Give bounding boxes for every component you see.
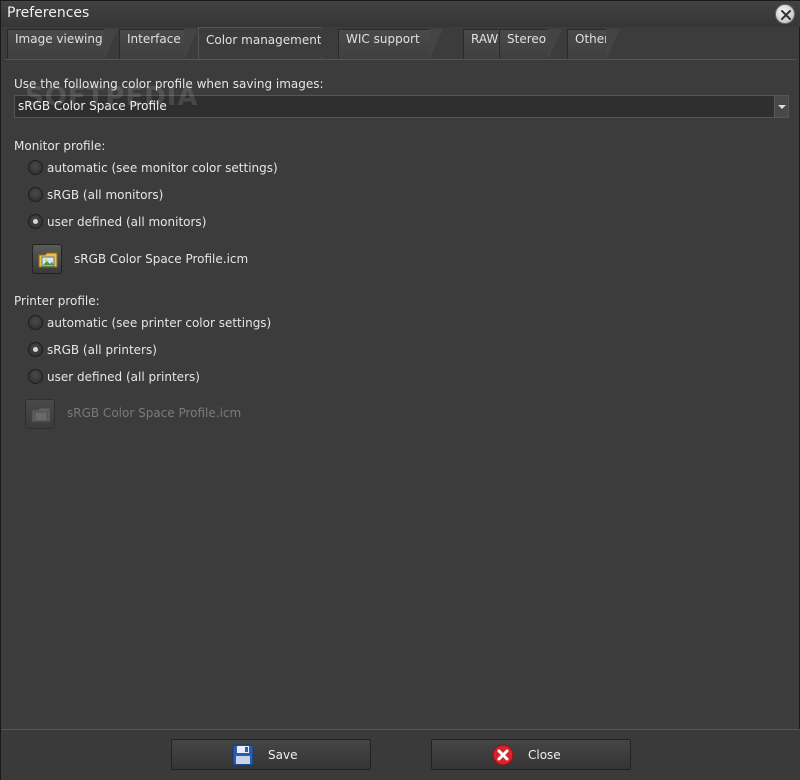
preferences-window: Preferences Image viewing Interface RAW …: [0, 0, 800, 780]
monitor-profile-heading: Monitor profile:: [14, 139, 106, 153]
footer: Save Close: [1, 729, 800, 780]
monitor-automatic-radio[interactable]: [28, 160, 43, 175]
tab-interface[interactable]: Interface: [119, 29, 198, 60]
monitor-user-defined-radio[interactable]: [28, 214, 43, 229]
printer-user-defined-radio[interactable]: [28, 369, 43, 384]
monitor-automatic-label[interactable]: automatic (see monitor color settings): [47, 161, 278, 175]
monitor-user-defined-label[interactable]: user defined (all monitors): [47, 215, 206, 229]
save-label: Save: [268, 748, 298, 762]
color-management-panel: Use the following color profile when sav…: [5, 59, 797, 729]
printer-automatic-label[interactable]: automatic (see printer color settings): [47, 316, 271, 330]
printer-profile-file: sRGB Color Space Profile.icm: [67, 406, 242, 420]
printer-profile-heading: Printer profile:: [14, 294, 100, 308]
tab-wic-support[interactable]: WIC support: [338, 29, 443, 60]
folder-image-icon: [31, 407, 51, 423]
saving-profile-value: sRGB Color Space Profile: [18, 99, 167, 113]
monitor-srgb-label[interactable]: sRGB (all monitors): [47, 188, 163, 202]
close-button[interactable]: Close: [431, 739, 631, 770]
monitor-profile-file: sRGB Color Space Profile.icm: [74, 252, 249, 266]
folder-image-icon: [38, 252, 58, 268]
printer-user-defined-label[interactable]: user defined (all printers): [47, 370, 200, 384]
printer-automatic-radio[interactable]: [28, 315, 43, 330]
floppy-disk-icon: [232, 744, 254, 766]
close-label: Close: [528, 748, 561, 762]
tab-raw[interactable]: RAW: [463, 29, 512, 60]
saving-profile-label: Use the following color profile when sav…: [14, 77, 324, 91]
tab-color-management[interactable]: Color management: [198, 27, 335, 59]
save-button[interactable]: Save: [171, 739, 371, 770]
titlebar: Preferences: [1, 1, 800, 27]
monitor-profile-browse-button[interactable]: [32, 244, 62, 274]
tab-stereo[interactable]: Stereo: [499, 29, 562, 60]
window-title: Preferences: [7, 5, 90, 21]
saving-profile-select[interactable]: sRGB Color Space Profile: [14, 95, 789, 118]
monitor-srgb-radio[interactable]: [28, 187, 43, 202]
tab-strip: Image viewing Interface RAW WIC support …: [5, 27, 797, 60]
printer-profile-browse-button: [25, 399, 55, 429]
tab-image-viewing[interactable]: Image viewing: [7, 29, 118, 60]
printer-srgb-radio[interactable]: [28, 342, 43, 357]
printer-srgb-label[interactable]: sRGB (all printers): [47, 343, 157, 357]
red-x-icon: [492, 744, 514, 766]
close-window-icon[interactable]: [775, 4, 795, 24]
chevron-down-icon[interactable]: [774, 96, 788, 117]
tab-other[interactable]: Other: [567, 29, 620, 60]
